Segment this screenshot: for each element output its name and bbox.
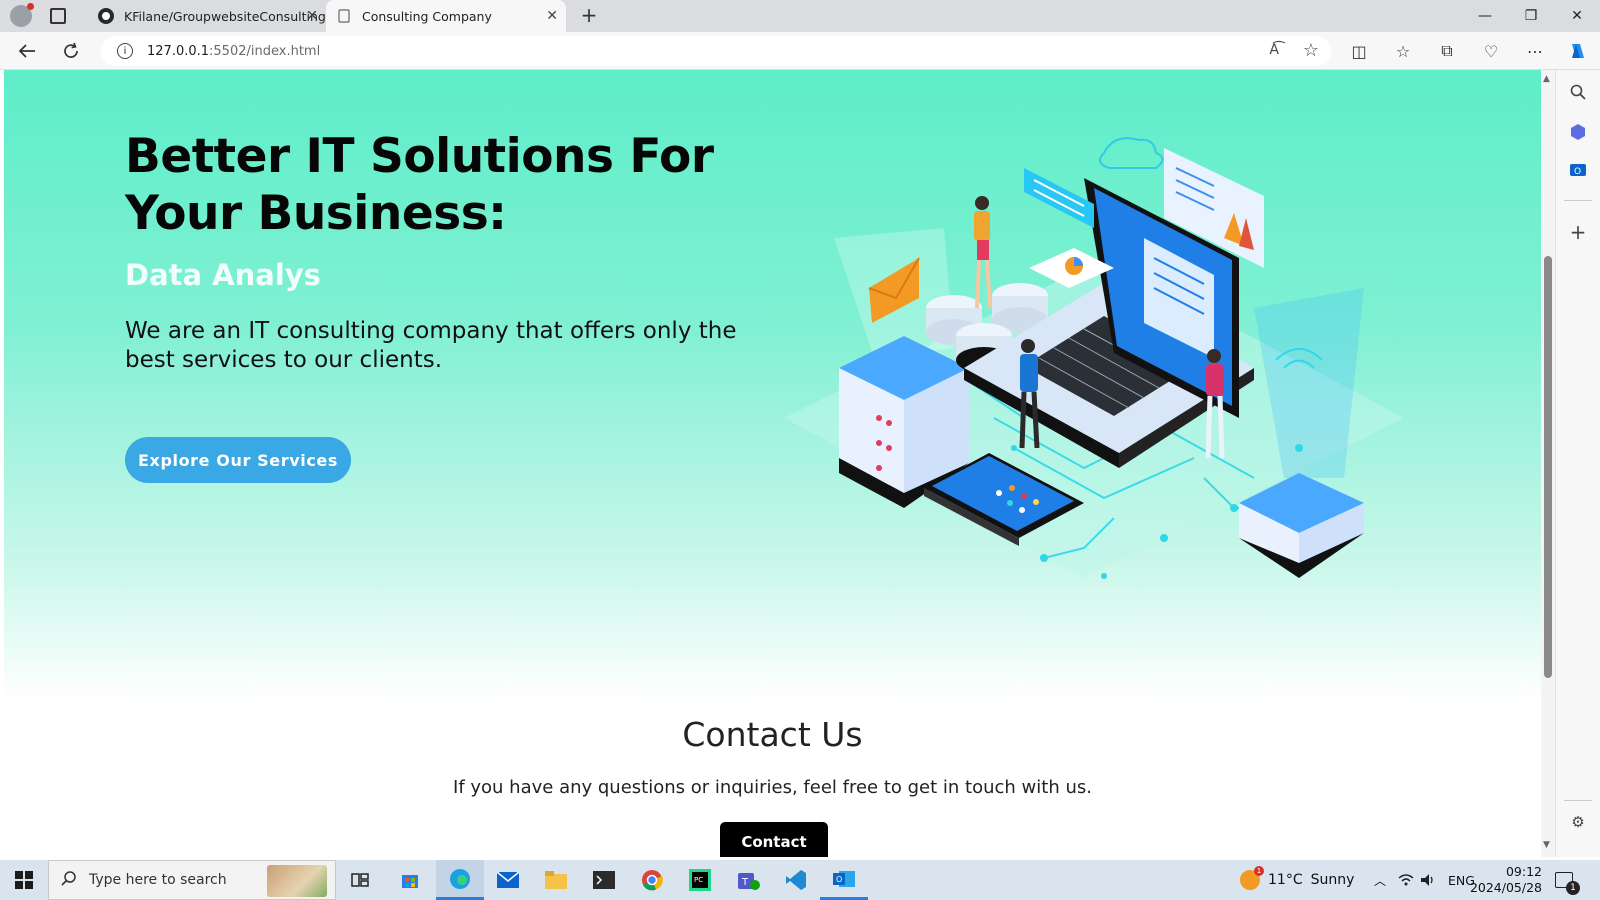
url-bar[interactable]: i 127.0.0.1:5502/index.html A͡ ☆ [101, 36, 1331, 66]
clock-time: 09:12 [1505, 864, 1542, 879]
close-icon[interactable]: ✕ [546, 8, 558, 24]
terminal-icon[interactable] [580, 860, 628, 900]
scrollbar-thumb[interactable] [1544, 256, 1552, 678]
page-favicon-icon [336, 8, 352, 24]
settings-gear-icon[interactable]: ⚙ [1566, 810, 1590, 834]
taskbar-search-input[interactable]: Type here to search [48, 860, 336, 900]
notification-count-badge: 1 [1566, 881, 1580, 895]
collections-icon[interactable]: ⧉ [1434, 38, 1460, 64]
svg-text:T: T [741, 877, 749, 888]
contact-button[interactable]: Contact [720, 822, 828, 857]
sidebar-divider [1564, 200, 1592, 201]
network-icon[interactable] [1398, 860, 1414, 900]
close-window-button[interactable]: ✕ [1554, 0, 1600, 32]
copilot-app-icon[interactable] [1566, 120, 1590, 144]
close-icon[interactable]: ✕ [306, 8, 318, 24]
refresh-icon[interactable] [58, 38, 84, 64]
weather-temperature: 11°C [1268, 872, 1303, 888]
favorite-star-icon[interactable]: ☆ [1303, 40, 1319, 61]
tab-label: Consulting Company [362, 8, 492, 24]
page-scrollbar[interactable]: ▲ ▼ [1541, 70, 1555, 857]
scroll-down-arrow-icon[interactable]: ▼ [1543, 840, 1550, 850]
svg-text:PC: PC [694, 876, 703, 884]
tab-consulting-company[interactable]: Consulting Company ✕ [326, 0, 566, 32]
it-solutions-illustration [784, 137, 1404, 579]
browser-essentials-icon[interactable]: ♡ [1478, 38, 1504, 64]
search-icon[interactable] [1566, 80, 1590, 104]
vscode-icon[interactable] [772, 860, 820, 900]
contact-heading: Contact Us [682, 715, 863, 754]
page-viewport: Better IT Solutions For Your Business: D… [4, 70, 1541, 857]
weather-widget[interactable]: 1 11°C Sunny [1240, 860, 1354, 900]
tab-label: KFilane/GroupwebsiteConsulting [124, 8, 326, 24]
url-host: 127.0.0.1 [147, 43, 210, 59]
task-view-icon[interactable] [336, 860, 384, 900]
edge-browser-icon[interactable] [436, 860, 484, 900]
mail-icon[interactable] [484, 860, 532, 900]
chrome-icon[interactable] [628, 860, 676, 900]
teams-icon[interactable]: T [724, 860, 772, 900]
favorites-icon[interactable]: ☆ [1390, 38, 1416, 64]
volume-icon[interactable] [1420, 860, 1436, 900]
clock-date: 2024/05/28 [1469, 880, 1542, 895]
hero-title: Better IT Solutions For Your Business: [125, 129, 714, 241]
microsoft-store-icon[interactable] [386, 860, 434, 900]
svg-text:O: O [1574, 167, 1581, 177]
hero-section: Better IT Solutions For Your Business: D… [4, 70, 1541, 700]
copilot-icon[interactable] [1565, 38, 1591, 64]
search-icon [61, 870, 77, 890]
github-icon [98, 8, 114, 24]
split-screen-icon[interactable]: ◫ [1346, 38, 1372, 64]
add-icon[interactable]: + [1566, 220, 1590, 244]
more-options-icon[interactable]: ⋯ [1522, 38, 1548, 64]
start-windows-icon[interactable] [0, 860, 48, 900]
address-toolbar: i 127.0.0.1:5502/index.html A͡ ☆ ◫ ☆ ⧉ ♡… [0, 32, 1600, 70]
back-icon[interactable] [14, 38, 40, 64]
site-info-icon[interactable]: i [117, 43, 133, 59]
weather-condition: Sunny [1310, 872, 1355, 888]
outlook-taskbar-icon[interactable]: O [820, 860, 868, 900]
show-hidden-icons-icon[interactable]: ︿ [1374, 860, 1386, 900]
hero-description: We are an IT consulting company that off… [125, 318, 737, 373]
restore-button[interactable]: ❐ [1508, 0, 1554, 32]
sidebar-divider [1564, 800, 1592, 801]
search-highlight-image-icon [267, 865, 327, 897]
tab-github[interactable]: KFilane/GroupwebsiteConsulting ✕ [88, 0, 326, 32]
pycharm-icon[interactable]: PC [676, 860, 724, 900]
read-aloud-icon[interactable]: A͡ [1269, 42, 1279, 58]
edge-sidebar: O + ⚙ [1555, 70, 1600, 857]
tab-actions-icon[interactable] [50, 8, 66, 24]
new-tab-button[interactable]: + [577, 4, 601, 28]
file-explorer-icon[interactable] [532, 860, 580, 900]
contact-text: If you have any questions or inquiries, … [453, 777, 1092, 798]
windows-taskbar: Type here to search PC T O 1 11°C Sunny … [0, 860, 1600, 900]
explore-services-button[interactable]: Explore Our Services [125, 437, 351, 483]
minimize-button[interactable]: — [1462, 0, 1508, 32]
profile-icon[interactable] [10, 3, 34, 27]
weather-sun-icon: 1 [1240, 866, 1264, 890]
outlook-icon[interactable]: O [1566, 158, 1590, 182]
svg-text:O: O [836, 875, 842, 884]
scroll-up-arrow-icon[interactable]: ▲ [1543, 74, 1550, 84]
hero-subtitle: Data Analys [125, 258, 321, 292]
url-path: :5502/index.html [209, 43, 321, 59]
browser-tab-strip: KFilane/GroupwebsiteConsulting ✕ Consult… [0, 0, 1600, 32]
notifications-icon[interactable]: 1 [1555, 860, 1580, 900]
clock[interactable]: 09:12 2024/05/28 [1470, 860, 1542, 900]
search-placeholder: Type here to search [89, 872, 227, 888]
